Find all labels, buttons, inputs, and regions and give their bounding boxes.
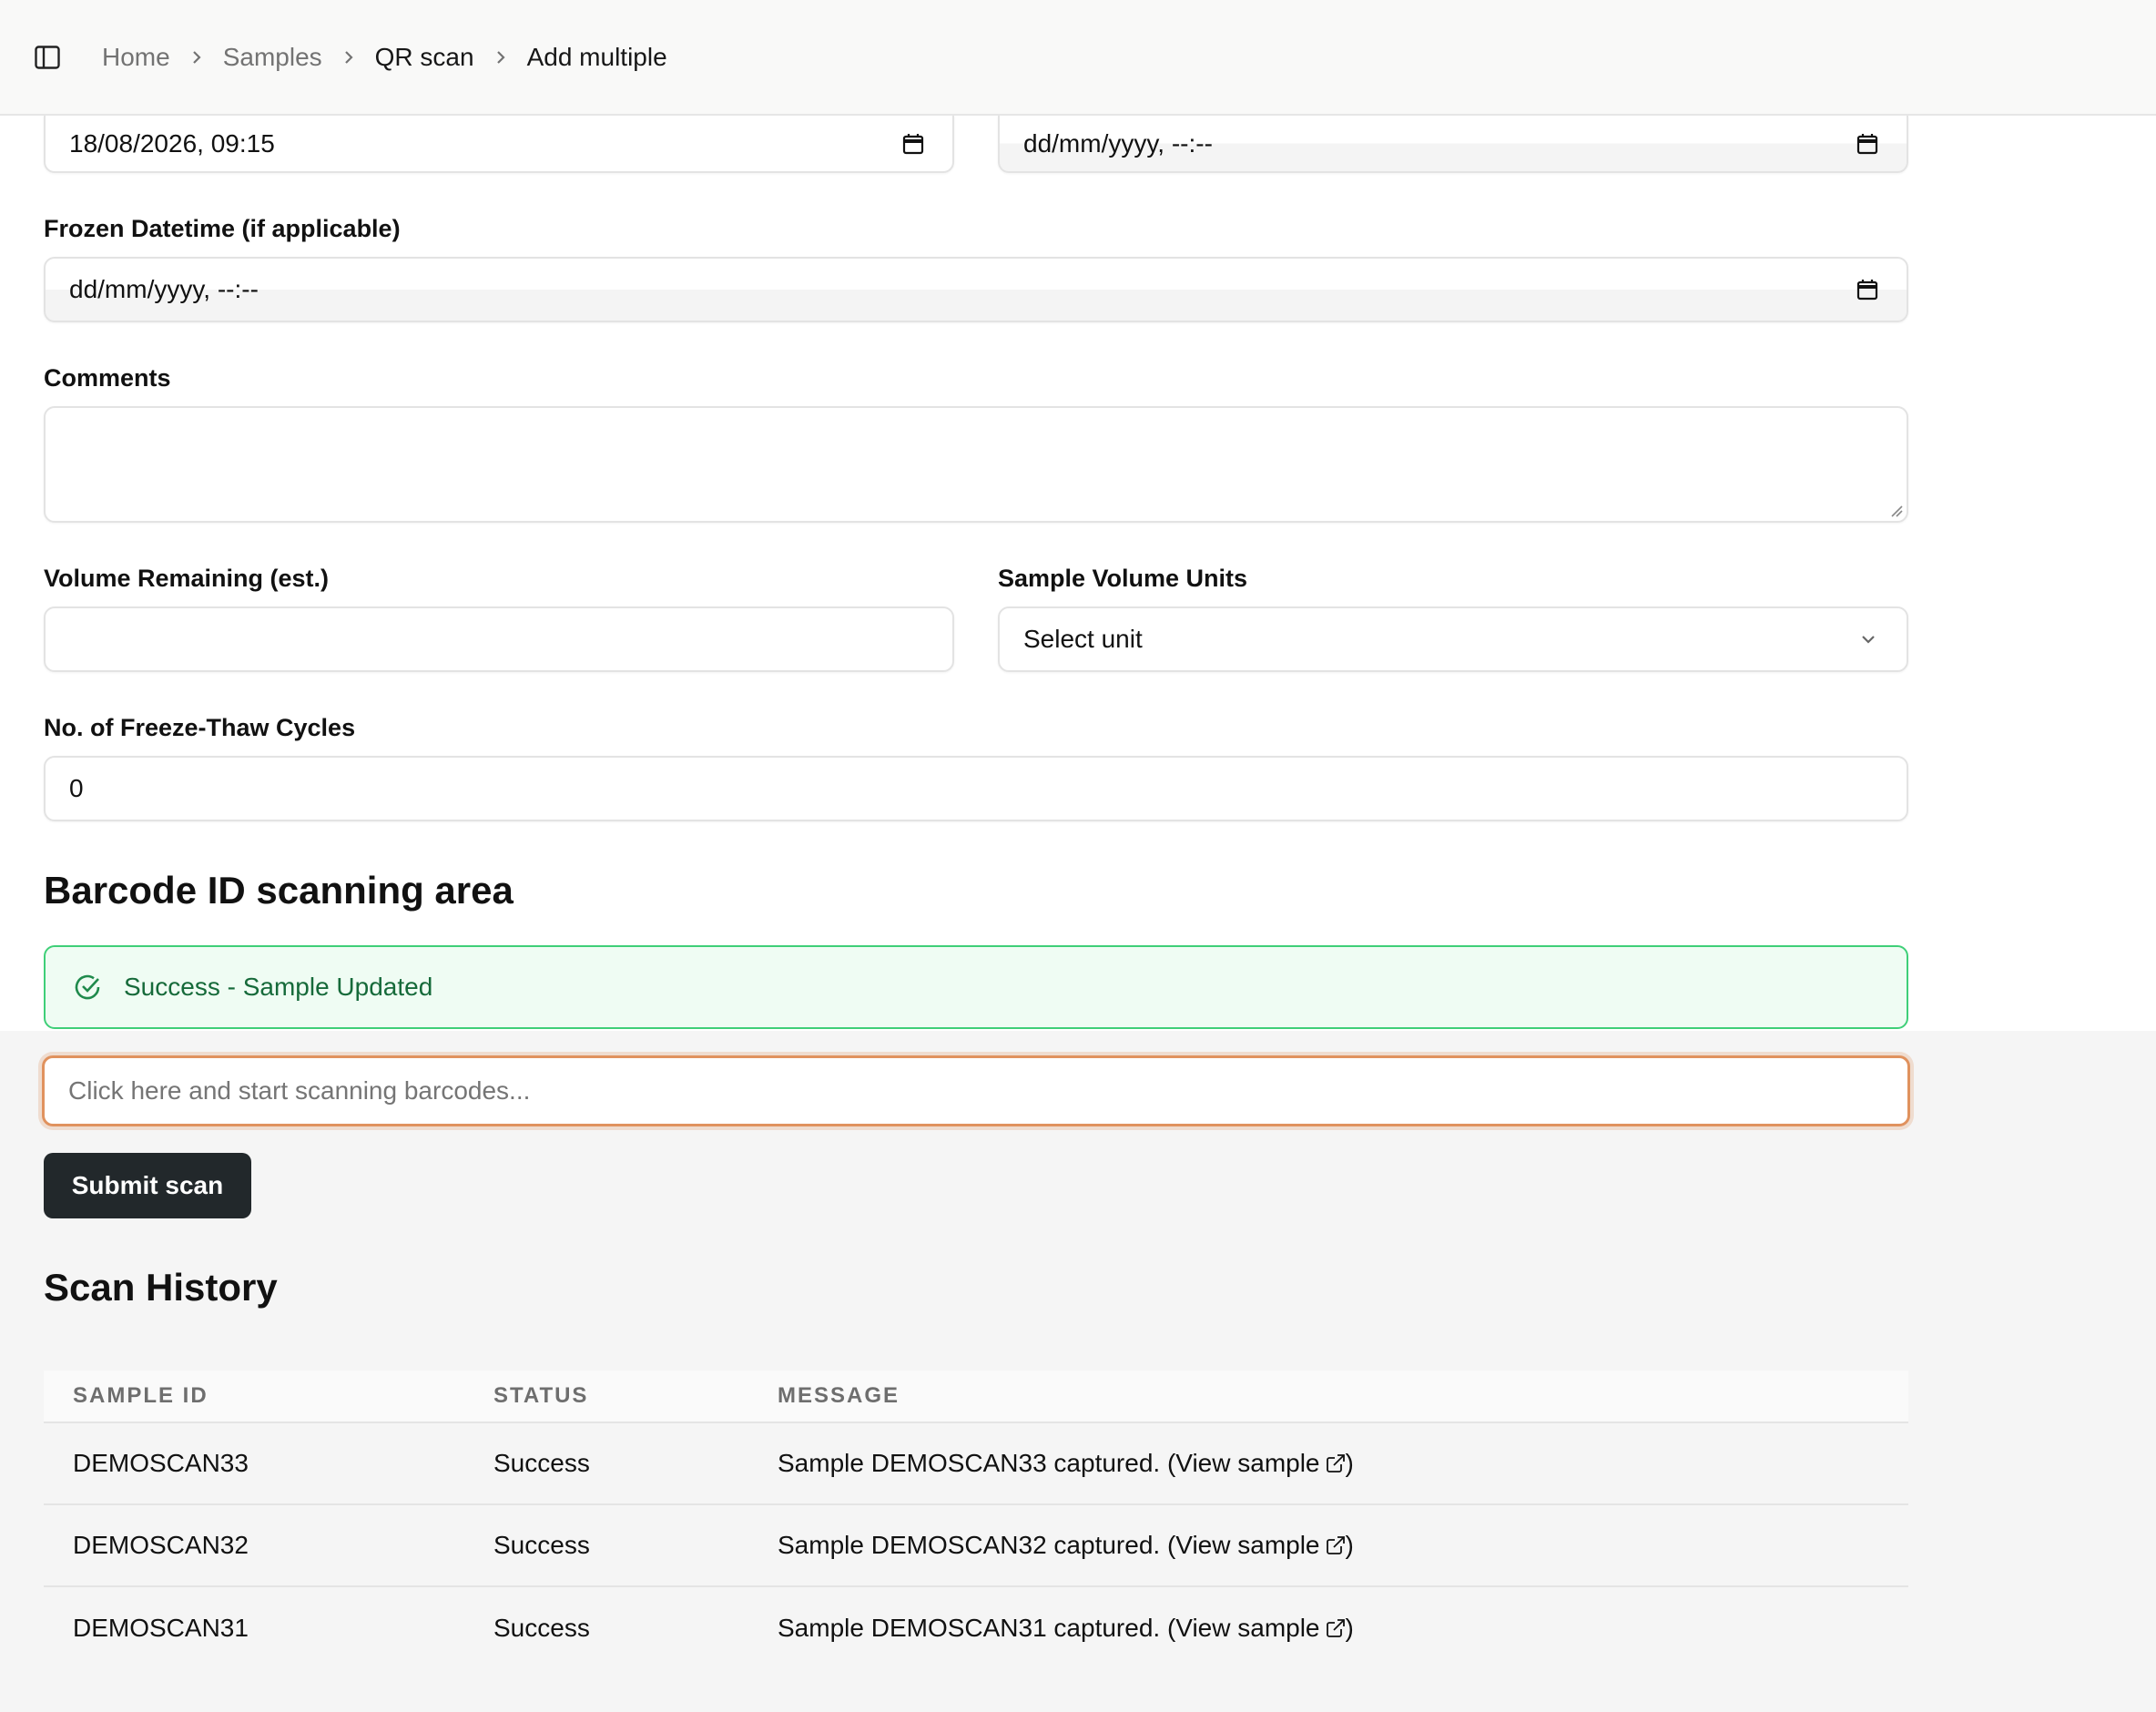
sample-id-cell: DEMOSCAN32 bbox=[73, 1531, 249, 1559]
freeze-thaw-label: No. of Freeze-Thaw Cycles bbox=[44, 714, 356, 741]
chevron-right-icon bbox=[170, 48, 223, 66]
message-cell: Sample DEMOSCAN31 captured. (View sample… bbox=[778, 1614, 1354, 1643]
frozen-datetime-value: dd/mm/yyyy, --:-- bbox=[69, 275, 259, 303]
calendar-icon[interactable] bbox=[1856, 132, 1879, 156]
breadcrumb-qr-scan[interactable]: QR scan bbox=[375, 43, 474, 72]
external-link-icon bbox=[1326, 1619, 1345, 1637]
status-cell: Success bbox=[493, 1614, 590, 1642]
comments-textarea[interactable] bbox=[44, 406, 1908, 523]
column-header-message: MESSAGE bbox=[778, 1383, 900, 1408]
message-close-paren: ) bbox=[1345, 1449, 1354, 1477]
view-sample-link-label: View sample bbox=[1175, 1614, 1320, 1642]
chevron-right-icon bbox=[322, 48, 375, 66]
volume-units-select[interactable]: Select unit bbox=[998, 606, 1908, 672]
view-sample-link-label: View sample bbox=[1175, 1449, 1320, 1477]
message-text: Sample DEMOSCAN31 captured. ( bbox=[778, 1614, 1176, 1642]
check-circle-icon bbox=[75, 974, 100, 1000]
frozen-datetime-input[interactable]: dd/mm/yyyy, --:-- bbox=[44, 257, 1908, 322]
datetime-input-2[interactable]: dd/mm/yyyy, --:-- bbox=[998, 116, 1908, 173]
message-text: Sample DEMOSCAN32 captured. ( bbox=[778, 1531, 1176, 1559]
breadcrumb-home[interactable]: Home bbox=[102, 43, 170, 72]
sidebar-toggle-icon[interactable] bbox=[33, 43, 62, 72]
table-row: DEMOSCAN32 Success Sample DEMOSCAN32 cap… bbox=[44, 1505, 1908, 1587]
top-bar: Home Samples QR scan Add multiple bbox=[0, 0, 2156, 116]
table-header: SAMPLE ID STATUS MESSAGE bbox=[44, 1371, 1908, 1423]
external-link-icon bbox=[1326, 1536, 1345, 1554]
success-alert-text: Success - Sample Updated bbox=[124, 973, 433, 1001]
calendar-icon[interactable] bbox=[901, 132, 925, 156]
freeze-thaw-value: 0 bbox=[69, 774, 84, 802]
datetime-value: dd/mm/yyyy, --:-- bbox=[1023, 128, 1213, 158]
breadcrumb: Home Samples QR scan Add multiple bbox=[102, 43, 667, 72]
chevron-right-icon bbox=[474, 48, 527, 66]
freeze-thaw-input[interactable]: 0 bbox=[44, 756, 1908, 821]
view-sample-link[interactable]: View sample bbox=[1175, 1449, 1345, 1477]
volume-units-selected: Select unit bbox=[1023, 625, 1143, 653]
scan-history-table: SAMPLE ID STATUS MESSAGE DEMOSCAN33 Succ… bbox=[44, 1371, 1908, 1669]
resize-handle-icon[interactable] bbox=[1890, 504, 1903, 517]
chevron-down-icon bbox=[1862, 636, 1875, 644]
message-close-paren: ) bbox=[1345, 1531, 1354, 1559]
datetime-input-1[interactable]: 18/08/2026, 09:15 bbox=[44, 116, 954, 173]
column-header-sample-id: SAMPLE ID bbox=[73, 1383, 208, 1408]
table-row: DEMOSCAN33 Success Sample DEMOSCAN33 cap… bbox=[44, 1423, 1908, 1505]
barcode-scan-input[interactable] bbox=[42, 1055, 1910, 1126]
message-text: Sample DEMOSCAN33 captured. ( bbox=[778, 1449, 1176, 1477]
submit-scan-button[interactable]: Submit scan bbox=[44, 1153, 251, 1218]
table-row: DEMOSCAN31 Success Sample DEMOSCAN31 cap… bbox=[44, 1587, 1908, 1669]
view-sample-link[interactable]: View sample bbox=[1175, 1531, 1345, 1559]
view-sample-link[interactable]: View sample bbox=[1175, 1614, 1345, 1642]
volume-remaining-input[interactable] bbox=[44, 606, 954, 672]
view-sample-link-label: View sample bbox=[1175, 1531, 1320, 1559]
external-link-icon bbox=[1326, 1454, 1345, 1473]
success-alert: Success - Sample Updated bbox=[44, 945, 1908, 1029]
sample-id-cell: DEMOSCAN31 bbox=[73, 1614, 249, 1642]
message-close-paren: ) bbox=[1345, 1614, 1354, 1642]
message-cell: Sample DEMOSCAN33 captured. (View sample… bbox=[778, 1449, 1354, 1478]
volume-remaining-label: Volume Remaining (est.) bbox=[44, 565, 330, 592]
breadcrumb-current: Add multiple bbox=[526, 42, 667, 71]
scanning-area-title: Barcode ID scanning area bbox=[44, 869, 514, 912]
message-cell: Sample DEMOSCAN32 captured. (View sample… bbox=[778, 1531, 1354, 1560]
comments-label: Comments bbox=[44, 364, 171, 392]
status-cell: Success bbox=[493, 1531, 590, 1559]
calendar-icon[interactable] bbox=[1856, 278, 1879, 301]
frozen-datetime-label: Frozen Datetime (if applicable) bbox=[44, 215, 401, 242]
status-cell: Success bbox=[493, 1449, 590, 1477]
column-header-status: STATUS bbox=[493, 1383, 589, 1408]
sample-id-cell: DEMOSCAN33 bbox=[73, 1449, 249, 1477]
volume-units-label: Sample Volume Units bbox=[998, 565, 1248, 592]
breadcrumb-samples[interactable]: Samples bbox=[223, 43, 322, 72]
datetime-value: 18/08/2026, 09:15 bbox=[69, 128, 275, 158]
scan-history-title: Scan History bbox=[44, 1266, 278, 1309]
